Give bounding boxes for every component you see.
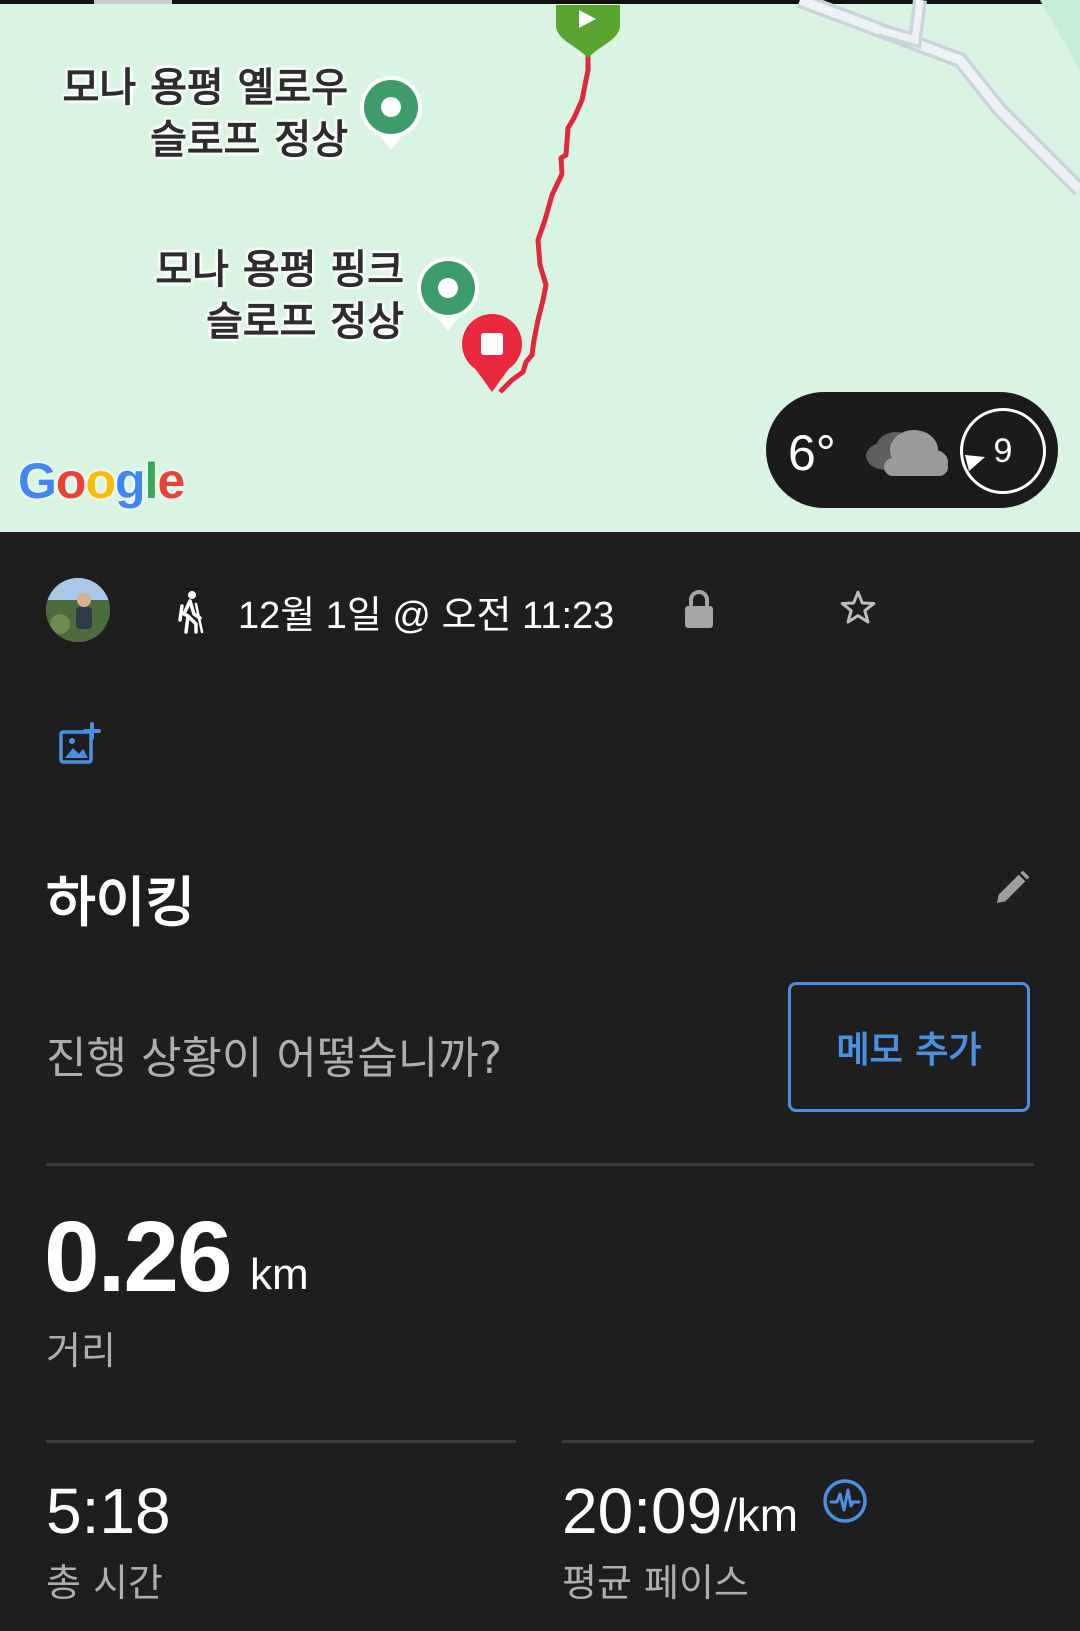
- start-marker: [556, 5, 620, 58]
- notes-prompt[interactable]: 진행 상황이 어떻습니까?: [46, 1022, 502, 1086]
- activity-title: 하이킹: [46, 871, 196, 934]
- poi-label-yellow-slope[interactable]: 모나 용평 옐로우 슬로프 정상: [50, 62, 348, 166]
- poi-marker-yellow-slope: [360, 76, 422, 150]
- distance-unit: km: [250, 1250, 309, 1299]
- google-logo-letter: e: [157, 453, 185, 509]
- avg-pace-value: 20:09: [562, 1475, 723, 1547]
- google-logo-letter: g: [115, 453, 146, 509]
- weather-temperature: 6°: [788, 425, 836, 481]
- total-time-value: 5:18: [46, 1475, 171, 1547]
- google-logo-letter: l: [144, 453, 159, 509]
- add-note-button[interactable]: 메모 추가: [788, 982, 1030, 1112]
- distance-value: 0.26: [44, 1201, 233, 1313]
- route-map[interactable]: 모나 용평 옐로우 슬로프 정상 모나 용평 핑크 슬로프 정상 Google …: [0, 0, 1080, 532]
- total-time-label: 총 시간: [46, 1561, 163, 1605]
- avg-pace-unit: /km: [724, 1489, 799, 1541]
- divider: [46, 1440, 516, 1443]
- forest-edge: [1040, 0, 1080, 70]
- poi-label-pink-slope[interactable]: 모나 용평 핑크 슬로프 정상: [120, 244, 404, 348]
- lock-icon[interactable]: [683, 590, 715, 628]
- avg-pace-label: 평균 페이스: [562, 1561, 749, 1605]
- pencil-icon[interactable]: [992, 868, 1032, 908]
- google-logo-letter: o: [55, 453, 87, 509]
- cloud-icon: [866, 430, 948, 476]
- wind-direction-icon: 9: [960, 408, 1046, 494]
- road: [797, 0, 1080, 196]
- activity-date-time: 12월 1일 @ 오전 11:23: [238, 595, 615, 637]
- activity-pulse-icon[interactable]: [822, 1478, 868, 1524]
- star-icon[interactable]: [838, 588, 878, 628]
- google-logo: Google: [18, 452, 185, 510]
- avatar[interactable]: [46, 578, 110, 642]
- distance-label: 거리: [46, 1329, 116, 1373]
- hiking-icon: [178, 591, 204, 634]
- add-photo-icon[interactable]: [58, 722, 102, 766]
- wind-speed: 9: [993, 432, 1013, 470]
- road-inner: [798, 0, 1080, 194]
- divider: [46, 1163, 1034, 1166]
- weather-widget[interactable]: 6° 9: [766, 392, 1058, 508]
- google-logo-letter: o: [85, 453, 116, 509]
- divider: [562, 1440, 1034, 1443]
- poi-marker-pink-slope: [417, 257, 479, 331]
- google-logo-letter: G: [18, 453, 57, 509]
